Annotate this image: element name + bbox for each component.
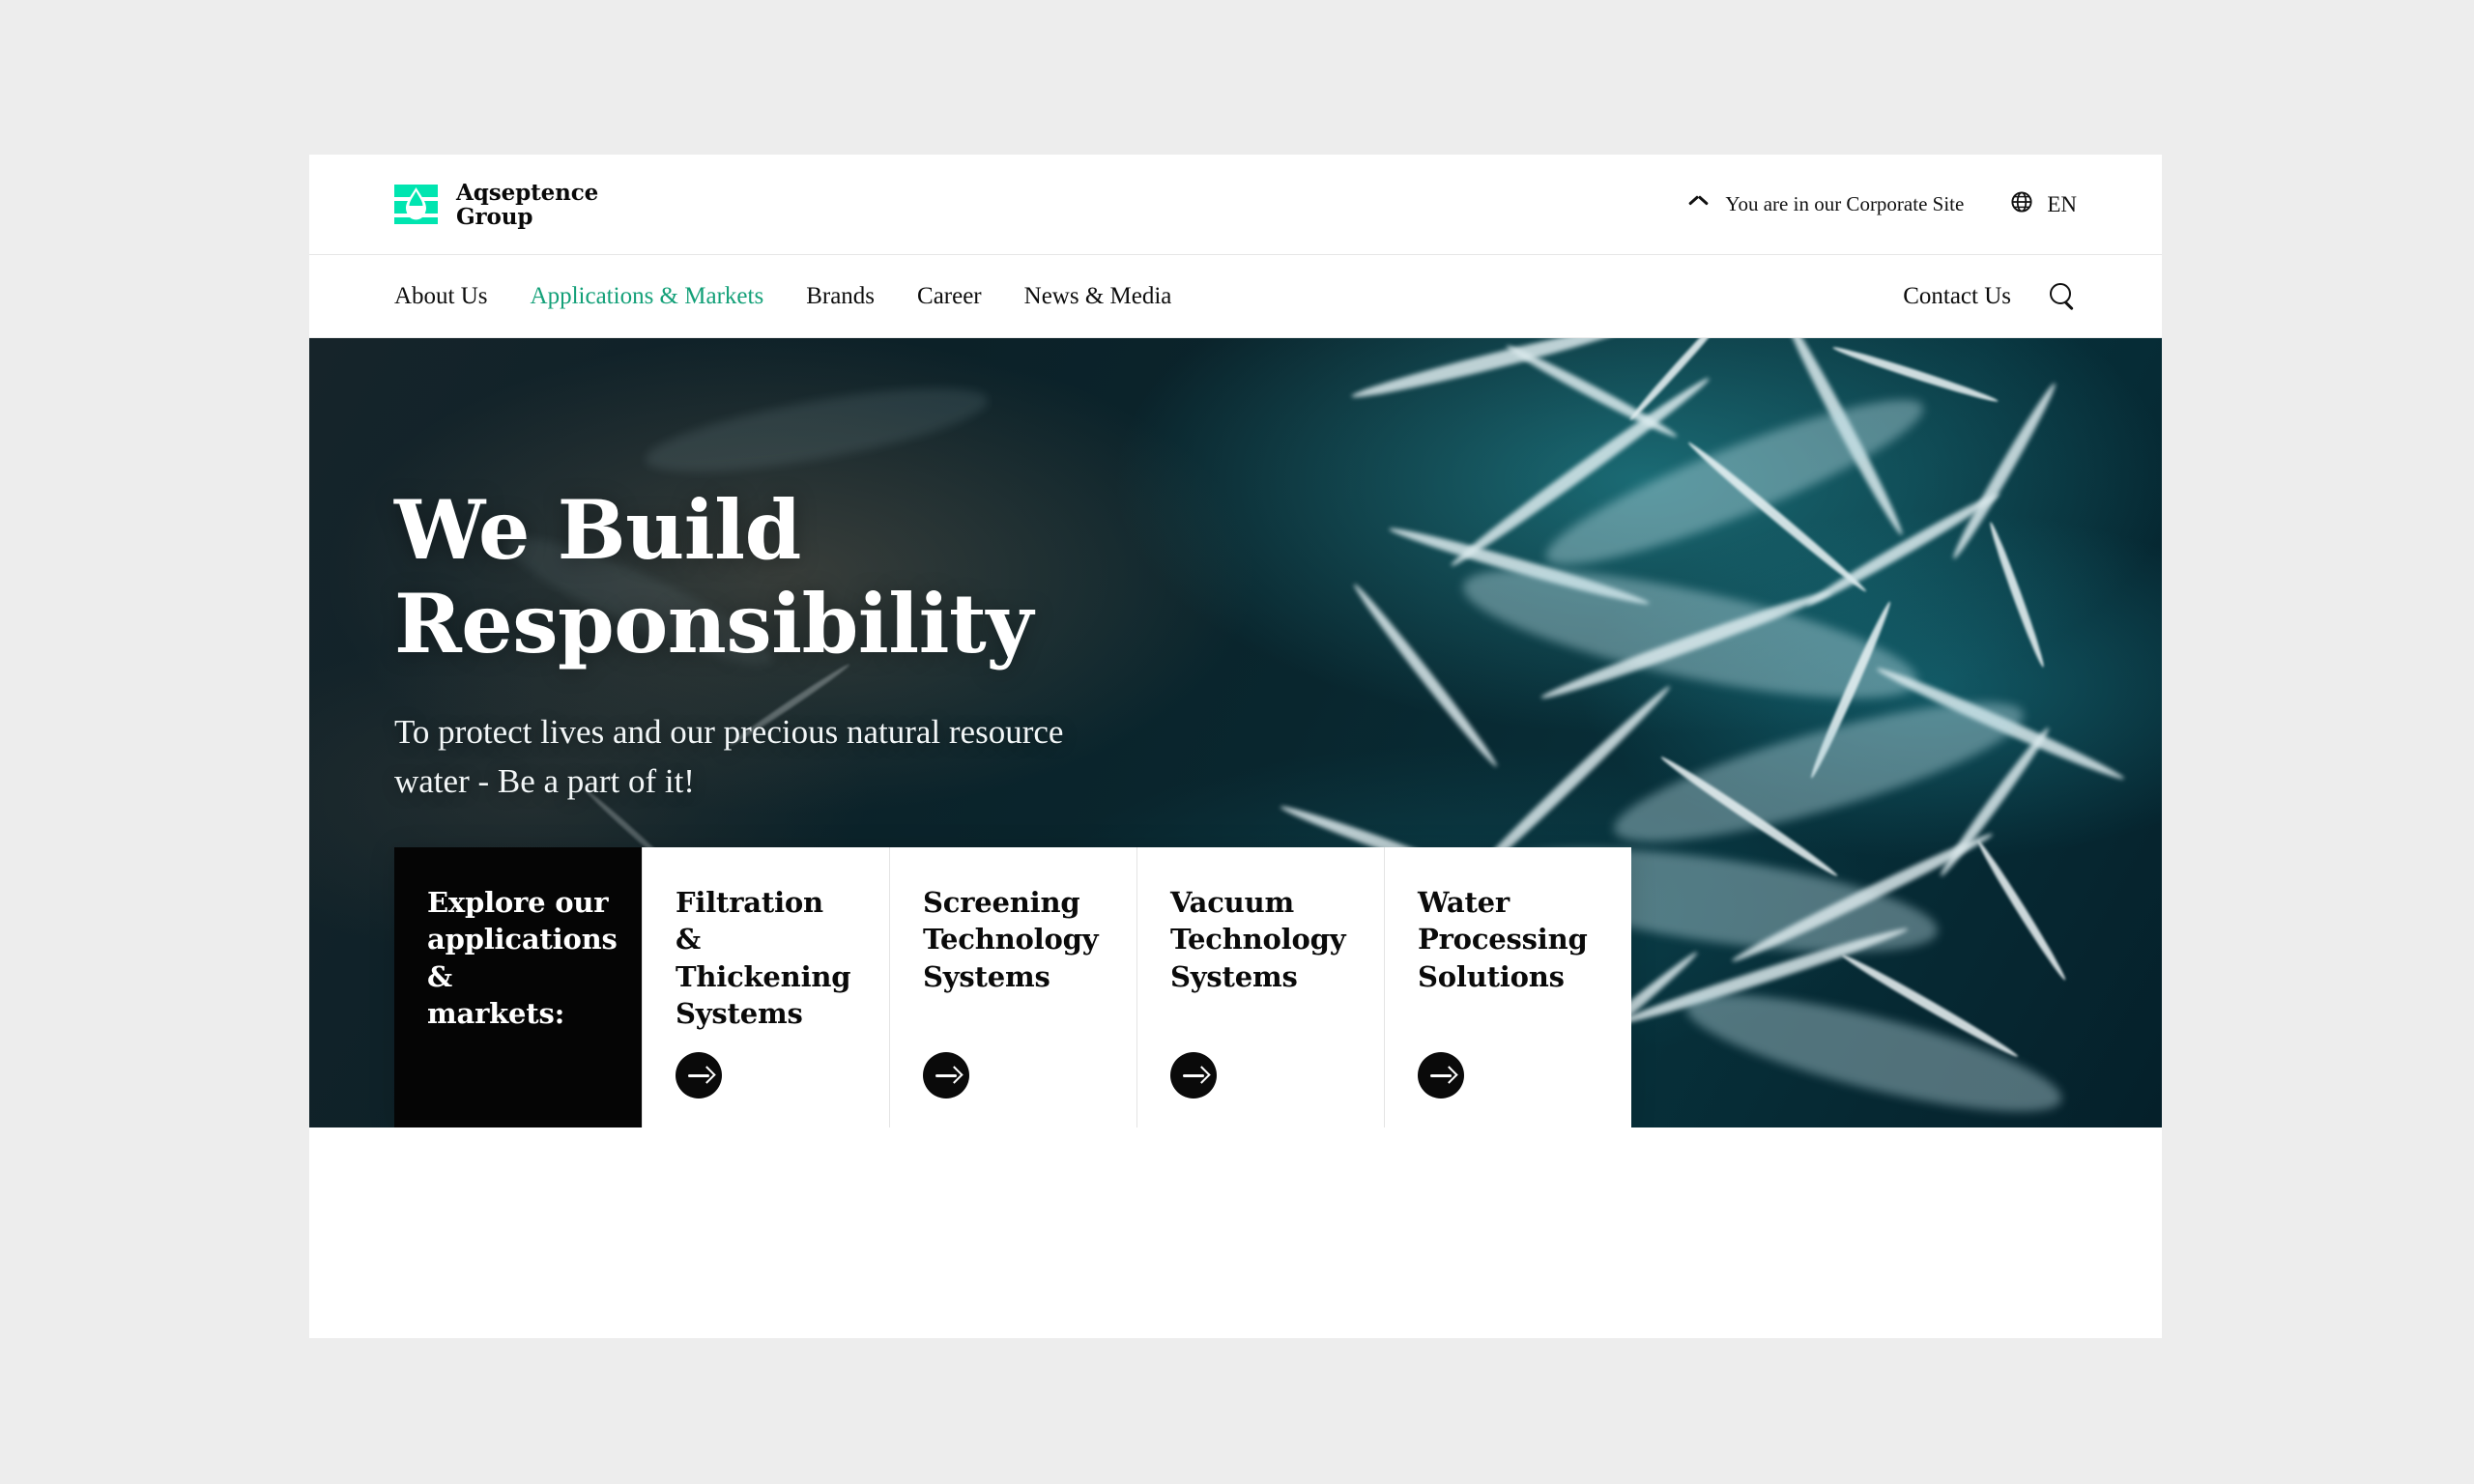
language-selector[interactable]: EN <box>2010 190 2077 218</box>
arrow-right-icon[interactable] <box>923 1052 969 1099</box>
language-label: EN <box>2047 191 2077 216</box>
card-title: Filtration & Thickening Systems <box>676 886 851 1030</box>
explore-card-title: Explore our applications & markets: <box>427 886 618 1030</box>
card-screening-technology-systems[interactable]: Screening Technology Systems <box>889 847 1136 1127</box>
nav-item-contact-us[interactable]: Contact Us <box>1903 283 2011 310</box>
water-droplet-logo-icon <box>394 183 438 226</box>
nav-links: About Us Applications & Markets Brands C… <box>394 283 1171 310</box>
hero-title: We Build Responsibility <box>394 482 1033 672</box>
search-icon[interactable] <box>2048 282 2077 311</box>
explore-card: Explore our applications & markets: <box>394 847 642 1127</box>
page-body-below-hero <box>309 1127 2162 1337</box>
card-title: Vacuum Technology Systems <box>1170 886 1346 993</box>
globe-icon <box>2010 190 2033 218</box>
nav-right: Contact Us <box>1903 282 2077 311</box>
card-water-processing-solutions[interactable]: Water Processing Solutions <box>1384 847 1631 1127</box>
hero-banner: We Build Responsibility To protect lives… <box>309 338 2162 1127</box>
card-vacuum-technology-systems[interactable]: Vacuum Technology Systems <box>1136 847 1384 1127</box>
hero-subtitle: To protect lives and our precious natura… <box>394 712 1064 800</box>
nav-item-career[interactable]: Career <box>917 283 982 310</box>
hero-copy: We Build Responsibility To protect lives… <box>394 483 1419 806</box>
nav-item-applications-markets[interactable]: Applications & Markets <box>531 283 764 310</box>
corporate-site-label: You are in our Corporate Site <box>1725 192 1965 215</box>
utility-bar: Aqseptence Group You are in our Corporat… <box>309 155 2162 255</box>
nav-item-news-media[interactable]: News & Media <box>1024 283 1172 310</box>
brand-logo-link[interactable]: Aqseptence Group <box>394 181 598 229</box>
nav-item-brands[interactable]: Brands <box>806 283 875 310</box>
card-title: Screening Technology Systems <box>923 886 1099 993</box>
application-cards-rail: Explore our applications & markets: Filt… <box>394 847 1631 1127</box>
corporate-site-switcher[interactable]: You are in our Corporate Site <box>1689 192 1964 216</box>
utility-bar-right: You are in our Corporate Site EN <box>1689 190 2077 218</box>
arrow-right-icon[interactable] <box>676 1052 722 1099</box>
card-filtration-thickening-systems[interactable]: Filtration & Thickening Systems <box>642 847 889 1127</box>
card-title: Water Processing Solutions <box>1418 886 1588 993</box>
chevron-up-icon <box>1689 199 1708 210</box>
arrow-right-icon[interactable] <box>1170 1052 1217 1099</box>
main-navigation: About Us Applications & Markets Brands C… <box>309 255 2162 338</box>
page-container: Aqseptence Group You are in our Corporat… <box>309 155 2162 1338</box>
nav-item-about-us[interactable]: About Us <box>394 283 488 310</box>
arrow-right-icon[interactable] <box>1418 1052 1464 1099</box>
brand-wordmark: Aqseptence Group <box>456 179 599 230</box>
